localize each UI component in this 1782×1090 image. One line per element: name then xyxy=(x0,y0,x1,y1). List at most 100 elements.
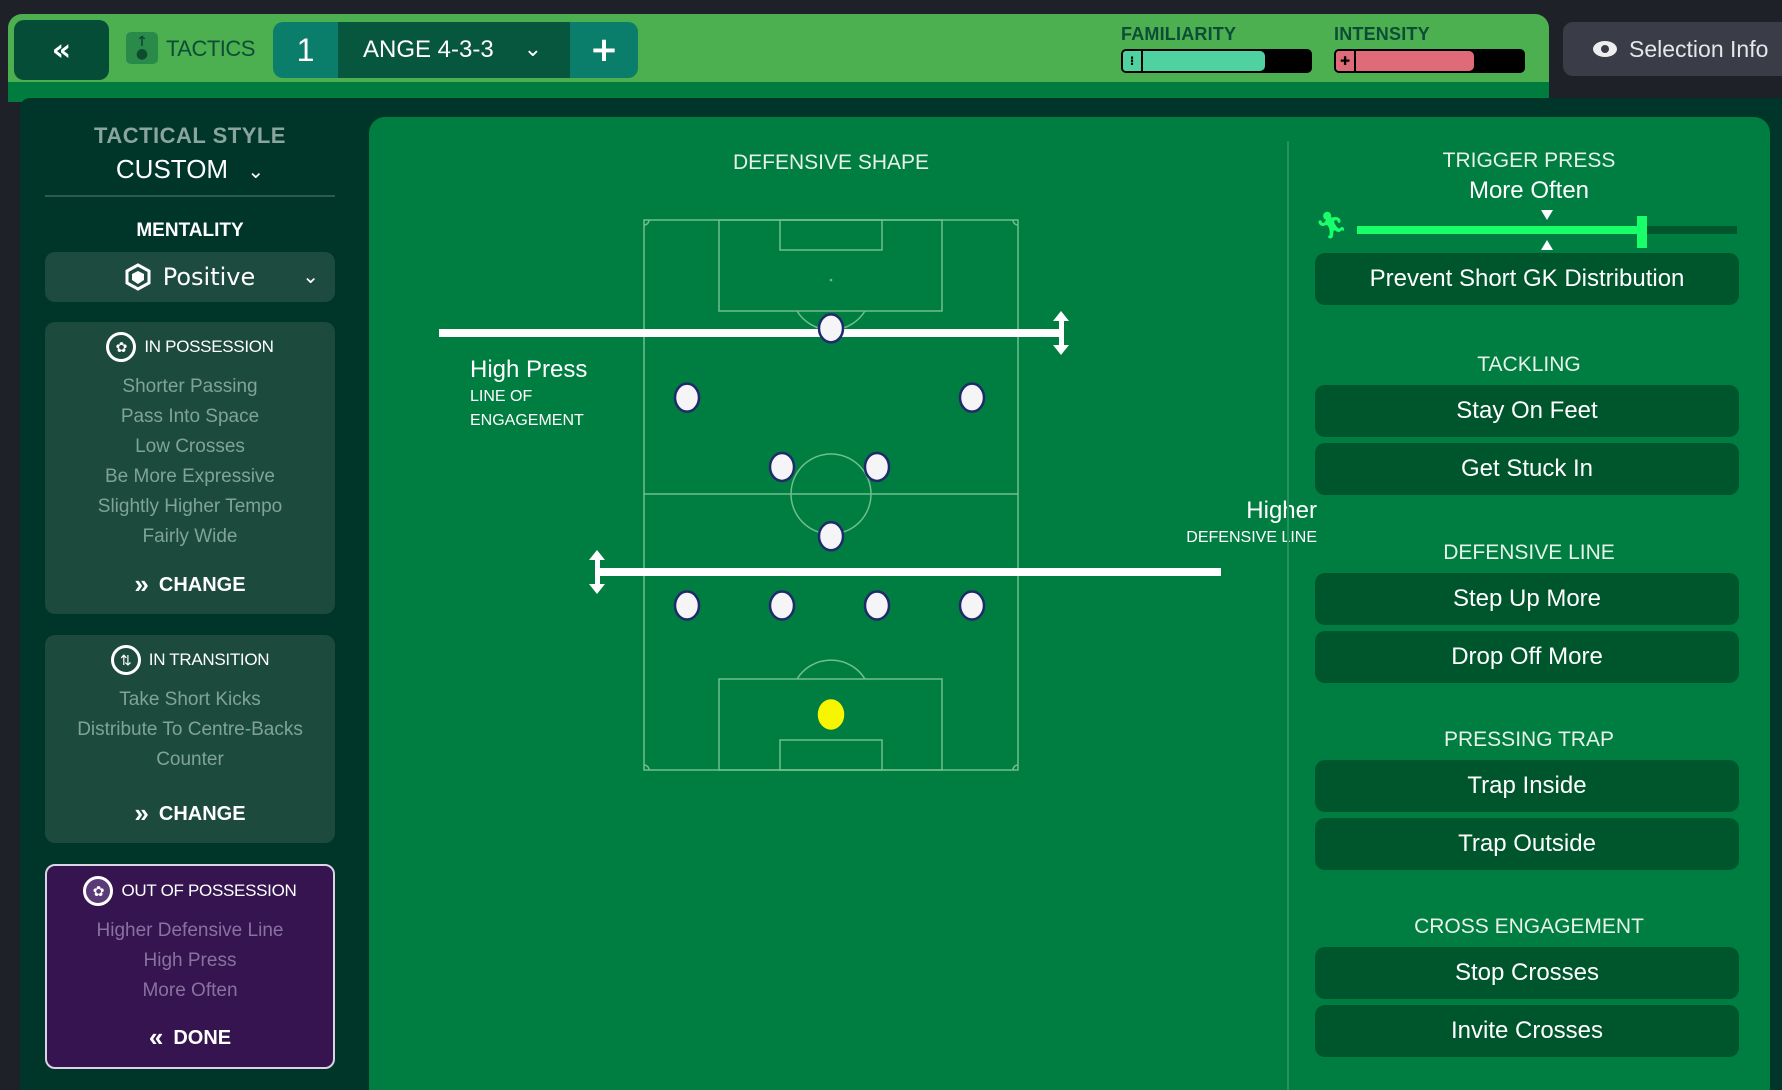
prevent-short-gk-distribution-button[interactable]: Prevent Short GK Distribution xyxy=(1315,253,1739,305)
intensity-bar: ✚ xyxy=(1334,49,1525,73)
default-marker-icon xyxy=(1541,210,1553,250)
intensity-label: INTENSITY xyxy=(1334,24,1430,44)
tactical-style-dropdown[interactable]: CUSTOM ⌄ xyxy=(20,154,360,185)
defensive-line-value: Higher xyxy=(1246,497,1317,524)
tactic-slot-button[interactable]: 1 xyxy=(273,22,338,78)
chevron-down-icon: ⌄ xyxy=(247,161,265,183)
defensive-shape-panel: DEFENSIVE SHAPE High Press LINE OF ENGAG… xyxy=(369,117,1770,1090)
slider-fill xyxy=(1357,226,1642,234)
football-icon: ✿ xyxy=(106,332,137,362)
defensive-line-label: Higher DEFENSIVE LINE xyxy=(1186,497,1317,547)
double-chevron-left-icon: « xyxy=(148,1022,164,1052)
invite-crosses-button[interactable]: Invite Crosses xyxy=(1315,1005,1739,1057)
transition-icon: ⇅ xyxy=(110,645,141,675)
player-shirt-icon xyxy=(817,313,845,344)
mentality-hex-icon xyxy=(125,263,151,291)
press-line-label: High Press LINE OF ENGAGEMENT xyxy=(470,356,587,432)
get-stuck-in-button[interactable]: Get Stuck In xyxy=(1315,443,1739,495)
trigger-press-slider[interactable]: 🏃︎ xyxy=(1315,210,1743,250)
player-marker-cb-r[interactable] xyxy=(863,590,891,621)
player-shirt-icon xyxy=(863,451,891,483)
familiarity-meter: FAMILIARITY ⁝ xyxy=(1121,24,1312,73)
trap-outside-button[interactable]: Trap Outside xyxy=(1315,818,1739,870)
top-penalty-box xyxy=(718,219,943,312)
phase-card-in-possession[interactable]: ✿ IN POSSESSION Shorter Passing Pass Int… xyxy=(45,322,335,614)
phase-card-in-transition[interactable]: ⇅ IN TRANSITION Take Short Kicks Distrib… xyxy=(45,635,335,843)
tactic-selector: 1 ANGE 4-3-3 ⌄ + xyxy=(273,22,638,78)
change-label: CHANGE xyxy=(158,574,246,596)
phase-item: More Often xyxy=(142,980,238,1001)
slider-track[interactable] xyxy=(1357,210,1737,250)
double-chevron-right-icon: » xyxy=(134,569,149,599)
familiarity-icon: ⁝ xyxy=(1123,51,1143,71)
defensive-line-section: DEFENSIVE LINE Step Up More Drop Off Mor… xyxy=(1315,541,1743,683)
player-marker-rb[interactable] xyxy=(958,590,986,621)
press-caption-2: ENGAGEMENT xyxy=(470,412,584,429)
change-label: CHANGE xyxy=(158,803,246,825)
tactical-style-label: TACTICAL STYLE xyxy=(94,123,286,148)
phase-title: IN TRANSITION xyxy=(148,650,270,669)
drop-off-more-button[interactable]: Drop Off More xyxy=(1315,631,1739,683)
player-marker-cm-l[interactable] xyxy=(768,451,796,483)
phase-item: High Press xyxy=(143,950,237,971)
tactics-label: TACTICS xyxy=(166,36,255,61)
press-caption-1: LINE OF xyxy=(470,388,533,405)
player-marker-rw[interactable] xyxy=(958,382,986,413)
tactic-name: ANGE 4-3-3 xyxy=(363,36,494,63)
left-sidebar: TACTICAL STYLE CUSTOM ⌄ MENTALITY Positi… xyxy=(20,98,365,1090)
players-layer xyxy=(673,313,986,730)
done-label: DONE xyxy=(173,1027,232,1049)
player-marker-cm-r[interactable] xyxy=(863,451,891,483)
pitch-diagram xyxy=(439,219,1221,771)
add-tactic-button[interactable]: + xyxy=(570,22,638,78)
trap-inside-button[interactable]: Trap Inside xyxy=(1315,760,1739,812)
stop-crosses-button[interactable]: Stop Crosses xyxy=(1315,947,1739,999)
defensive-line xyxy=(599,568,1221,576)
selection-info-button[interactable]: Selection Info xyxy=(1563,22,1782,76)
player-shirt-icon xyxy=(863,590,891,621)
pressing-trap-section: PRESSING TRAP Trap Inside Trap Outside xyxy=(1315,728,1743,870)
trigger-press-section: TRIGGER PRESS More Often 🏃︎ Prevent Shor… xyxy=(1315,149,1743,305)
double-chevron-right-icon: » xyxy=(134,798,149,828)
intensity-fill xyxy=(1336,51,1475,71)
phase-item: Be More Expressive xyxy=(104,466,275,487)
tactic-dropdown[interactable]: ANGE 4-3-3 ⌄ xyxy=(338,22,570,78)
player-marker-lw[interactable] xyxy=(673,382,701,413)
football-icon: ✿ xyxy=(83,876,114,906)
familiarity-bar: ⁝ xyxy=(1121,49,1312,73)
top-penalty-spot xyxy=(829,278,833,282)
running-player-icon: 🏃︎ xyxy=(1315,211,1349,241)
line-of-engagement xyxy=(439,329,1061,337)
player-marker-st[interactable] xyxy=(817,313,845,344)
back-button[interactable]: « xyxy=(14,20,109,80)
player-marker-dm[interactable] xyxy=(817,521,845,552)
player-shirt-icon xyxy=(958,382,986,413)
tactical-style-value: CUSTOM xyxy=(115,154,229,184)
mentality-label: MENTALITY xyxy=(136,220,244,241)
defensive-line-caption: DEFENSIVE LINE xyxy=(1186,529,1317,546)
player-marker-lb[interactable] xyxy=(673,590,701,621)
cross-engagement-section: CROSS ENGAGEMENT Stop Crosses Invite Cro… xyxy=(1315,915,1743,1057)
press-value: High Press xyxy=(470,356,588,383)
familiarity-fill xyxy=(1123,51,1266,71)
phase-item: Pass Into Space xyxy=(120,406,260,427)
stay-on-feet-button[interactable]: Stay On Feet xyxy=(1315,385,1739,437)
trigger-press-title: TRIGGER PRESS xyxy=(1442,149,1616,172)
chevron-down-icon: ⌄ xyxy=(523,36,542,61)
done-button[interactable]: « DONE xyxy=(47,1022,333,1053)
mentality-dropdown[interactable]: Positive ⌄ xyxy=(45,252,335,302)
double-chevron-left-icon: « xyxy=(51,32,72,68)
section-title: TACKLING xyxy=(1477,353,1581,376)
selection-info-label: Selection Info xyxy=(1629,35,1769,62)
phase-card-out-of-possession[interactable]: ✿ OUT OF POSSESSION Higher Defensive Lin… xyxy=(45,864,335,1069)
plus-icon: + xyxy=(589,30,619,70)
step-up-more-button[interactable]: Step Up More xyxy=(1315,573,1739,625)
phase-item: Counter xyxy=(156,749,224,770)
bottom-penalty-arc xyxy=(796,659,866,680)
slider-thumb[interactable] xyxy=(1637,216,1647,248)
change-button[interactable]: » CHANGE xyxy=(45,798,335,829)
mentality-value: Positive xyxy=(162,263,256,291)
change-button[interactable]: » CHANGE xyxy=(45,569,335,600)
player-marker-cb-l[interactable] xyxy=(768,590,796,621)
player-marker-gk[interactable] xyxy=(817,699,845,730)
